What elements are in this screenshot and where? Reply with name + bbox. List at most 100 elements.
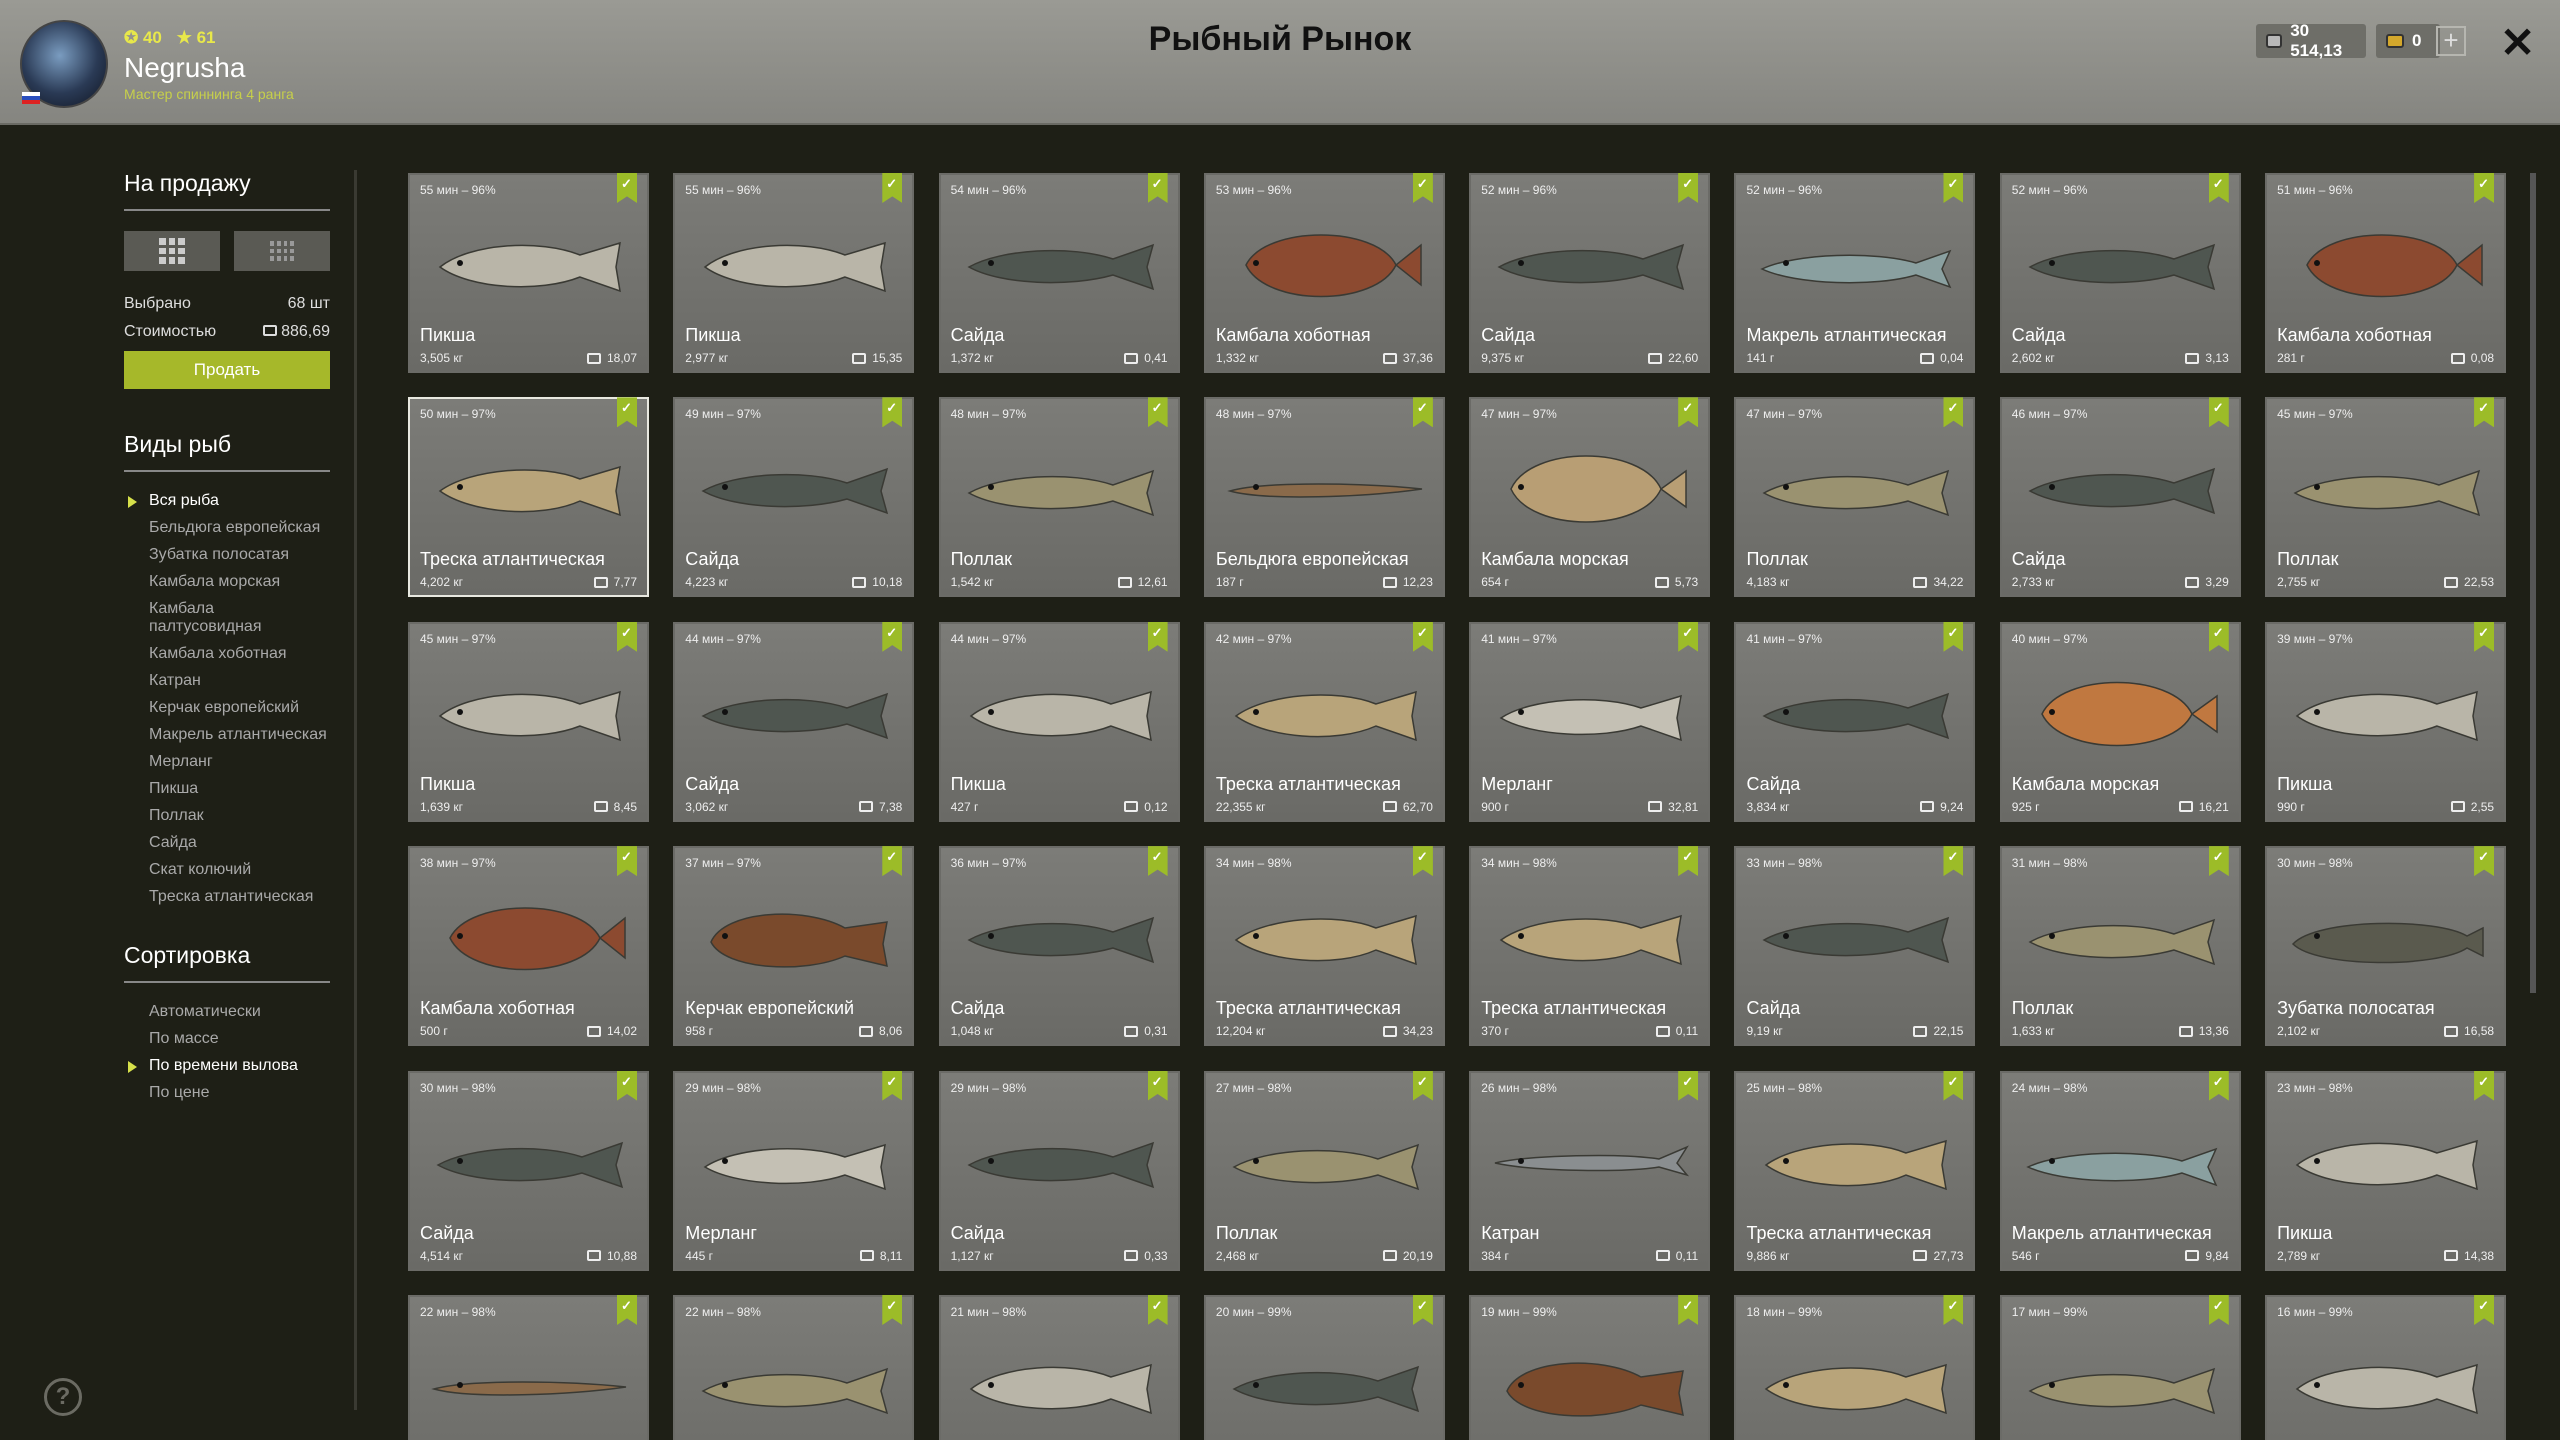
species-filter-item[interactable]: Треска атлантическая <box>124 888 330 906</box>
sort-option[interactable]: По массе <box>124 1030 330 1048</box>
sort-option[interactable]: Автоматически <box>124 1003 330 1021</box>
close-icon[interactable]: ✕ <box>2500 18 2535 67</box>
scrollbar[interactable] <box>2530 173 2536 993</box>
fish-card[interactable]: 23 мин – 98% Пикша 2,789 кг 14,38 <box>2265 1070 2507 1271</box>
fish-card[interactable]: 50 мин – 97% Треска атлантическая 4,202 кг… <box>408 397 649 598</box>
selected-check-icon[interactable] <box>1943 621 1964 652</box>
fish-card[interactable]: 40 мин – 97% Камбала морская 925 г 16,21 <box>1999 621 2241 822</box>
fish-card[interactable]: 44 мин – 97% Сайда 3,062 кг 7,38 <box>673 621 915 822</box>
fish-card[interactable]: 47 мин – 97% Камбала морская 654 г 5,73 <box>1469 397 1711 598</box>
selected-check-icon[interactable] <box>617 846 637 877</box>
species-filter-item[interactable]: Скат колючий <box>124 861 330 879</box>
selected-check-icon[interactable] <box>1678 846 1699 877</box>
selected-check-icon[interactable] <box>2208 846 2229 877</box>
selected-check-icon[interactable] <box>617 621 637 652</box>
species-filter-item[interactable]: Мерланг <box>124 753 330 771</box>
fish-card[interactable]: 21 мин – 98% <box>938 1294 1180 1440</box>
fish-card[interactable]: 25 мин – 98% Треска атлантическая 9,886 кг… <box>1734 1070 1976 1271</box>
selected-check-icon[interactable] <box>882 1070 903 1101</box>
fish-card[interactable]: 36 мин – 97% Сайда 1,048 кг 0,31 <box>938 846 1180 1047</box>
selected-check-icon[interactable] <box>1412 621 1433 652</box>
selected-check-icon[interactable] <box>2474 621 2495 652</box>
selected-check-icon[interactable] <box>2208 621 2229 652</box>
selected-check-icon[interactable] <box>1147 397 1168 428</box>
species-filter-item[interactable]: Зубатка полосатая <box>124 546 330 564</box>
help-icon[interactable]: ? <box>44 1378 82 1416</box>
large-grid-view-button[interactable] <box>124 231 220 271</box>
fish-card[interactable]: 38 мин – 97% Камбала хоботная 500 г 14,02 <box>408 846 649 1047</box>
fish-card[interactable]: 48 мин – 97% Бельдюга европейская 187 г 12,… <box>1203 397 1445 598</box>
selected-check-icon[interactable] <box>2474 173 2495 203</box>
fish-card[interactable]: 30 мин – 98% Сайда 4,514 кг 10,88 <box>408 1070 649 1271</box>
selected-check-icon[interactable] <box>1943 173 1964 203</box>
fish-card[interactable]: 52 мин – 96% Макрель атлантическая 141 г 0,… <box>1734 173 1976 373</box>
fish-card[interactable]: 45 мин – 97% Пикша 1,639 кг 8,45 <box>408 621 649 822</box>
fish-card[interactable]: 34 мин – 98% Треска атлантическая 12,204 к… <box>1203 846 1445 1047</box>
fish-card[interactable]: 17 мин – 99% <box>1999 1294 2241 1440</box>
fish-card[interactable]: 46 мин – 97% Сайда 2,733 кг 3,29 <box>1999 397 2241 598</box>
fish-card[interactable]: 31 мин – 98% Поллак 1,633 кг 13,36 <box>1999 846 2241 1047</box>
fish-card[interactable]: 41 мин – 97% Сайда 3,834 кг 9,24 <box>1734 621 1976 822</box>
selected-check-icon[interactable] <box>2474 1070 2495 1101</box>
fish-card[interactable]: 24 мин – 98% Макрель атлантическая 546 г 9,… <box>1999 1070 2241 1271</box>
fish-card[interactable]: 22 мин – 98% <box>408 1294 649 1440</box>
selected-check-icon[interactable] <box>1147 621 1168 652</box>
fish-card[interactable]: 33 мин – 98% Сайда 9,19 кг 22,15 <box>1734 846 1976 1047</box>
selected-check-icon[interactable] <box>1412 1294 1433 1325</box>
fish-card[interactable]: 48 мин – 97% Поллак 1,542 кг 12,61 <box>938 397 1180 598</box>
species-filter-item[interactable]: Катран <box>124 672 330 690</box>
selected-check-icon[interactable] <box>617 1294 637 1325</box>
selected-check-icon[interactable] <box>2208 173 2229 203</box>
selected-check-icon[interactable] <box>1678 1070 1699 1101</box>
sort-option[interactable]: По цене <box>124 1084 330 1102</box>
selected-check-icon[interactable] <box>1943 397 1964 428</box>
selected-check-icon[interactable] <box>1943 846 1964 877</box>
fish-card[interactable]: 51 мин – 96% Камбала хоботная 281 г 0,08 <box>2265 173 2507 373</box>
fish-card[interactable]: 29 мин – 98% Сайда 1,127 кг 0,33 <box>938 1070 1180 1271</box>
selected-check-icon[interactable] <box>1412 397 1433 428</box>
selected-check-icon[interactable] <box>1678 1294 1699 1325</box>
selected-check-icon[interactable] <box>882 846 903 877</box>
selected-check-icon[interactable] <box>1678 621 1699 652</box>
selected-check-icon[interactable] <box>2474 397 2495 428</box>
selected-check-icon[interactable] <box>1147 846 1168 877</box>
fish-card[interactable]: 27 мин – 98% Поллак 2,468 кг 20,19 <box>1203 1070 1445 1271</box>
selected-check-icon[interactable] <box>2474 846 2495 877</box>
selected-check-icon[interactable] <box>2208 397 2229 428</box>
selected-check-icon[interactable] <box>1147 173 1168 203</box>
selected-check-icon[interactable] <box>882 173 903 203</box>
fish-card[interactable]: 49 мин – 97% Сайда 4,223 кг 10,18 <box>673 397 915 598</box>
selected-check-icon[interactable] <box>2474 1294 2495 1325</box>
selected-check-icon[interactable] <box>1943 1070 1964 1101</box>
fish-card[interactable]: 47 мин – 97% Поллак 4,183 кг 34,22 <box>1734 397 1976 598</box>
fish-card[interactable]: 37 мин – 97% Керчак европейский 958 г 8,06 <box>673 846 915 1047</box>
fish-card[interactable]: 44 мин – 97% Пикша 427 г 0,12 <box>938 621 1180 822</box>
species-filter-item[interactable]: Макрель атлантическая <box>124 726 330 744</box>
selected-check-icon[interactable] <box>1678 173 1699 203</box>
fish-card[interactable]: 39 мин – 97% Пикша 990 г 2,55 <box>2265 621 2507 822</box>
fish-card[interactable]: 52 мин – 96% Сайда 9,375 кг 22,60 <box>1469 173 1711 373</box>
fish-card[interactable]: 53 мин – 96% Камбала хоботная 1,332 кг 37,3… <box>1203 173 1445 373</box>
selected-check-icon[interactable] <box>1412 1070 1433 1101</box>
fish-card[interactable]: 30 мин – 98% Зубатка полосатая 2,102 кг 16,… <box>2265 846 2507 1047</box>
species-filter-item[interactable]: Вся рыба <box>124 492 330 510</box>
selected-check-icon[interactable] <box>1678 397 1699 428</box>
fish-card[interactable]: 55 мин – 96% Пикша 3,505 кг 18,07 <box>408 173 649 373</box>
fish-card[interactable]: 34 мин – 98% Треска атлантическая 370 г 0,1… <box>1469 846 1711 1047</box>
species-filter-item[interactable]: Сайда <box>124 834 330 852</box>
sort-option[interactable]: По времени вылова <box>124 1057 330 1075</box>
species-filter-item[interactable]: Камбала палтусовидная <box>124 600 330 636</box>
species-filter-item[interactable]: Бельдюга европейская <box>124 519 330 537</box>
fish-card[interactable]: 18 мин – 99% <box>1734 1294 1976 1440</box>
fish-card[interactable]: 45 мин – 97% Поллак 2,755 кг 22,53 <box>2265 397 2507 598</box>
selected-check-icon[interactable] <box>882 397 903 428</box>
species-filter-item[interactable]: Поллак <box>124 807 330 825</box>
selected-check-icon[interactable] <box>882 1294 903 1325</box>
selected-check-icon[interactable] <box>2208 1070 2229 1101</box>
selected-check-icon[interactable] <box>882 621 903 652</box>
fish-card[interactable]: 20 мин – 99% <box>1203 1294 1445 1440</box>
species-filter-item[interactable]: Камбала морская <box>124 573 330 591</box>
species-filter-item[interactable]: Керчак европейский <box>124 699 330 717</box>
fish-card[interactable]: 42 мин – 97% Треска атлантическая 22,355 к… <box>1203 621 1445 822</box>
selected-check-icon[interactable] <box>1412 173 1433 203</box>
